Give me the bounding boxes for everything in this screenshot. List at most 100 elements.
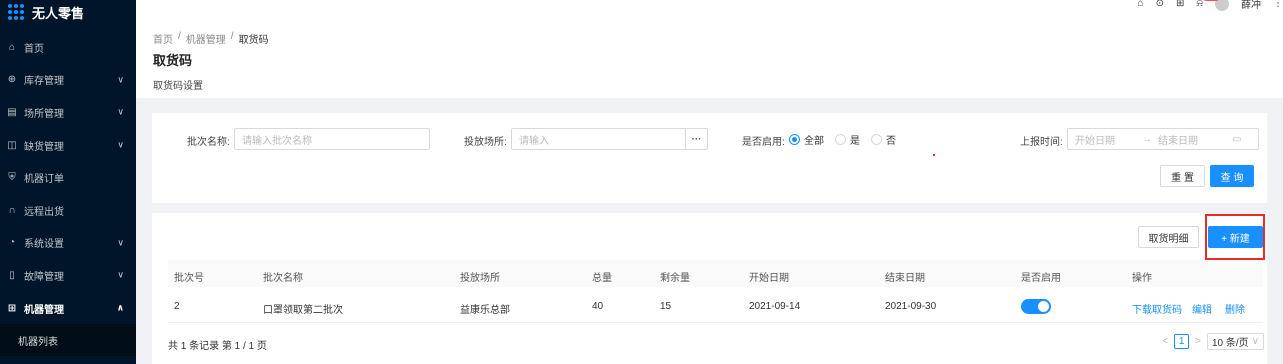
col-batch-no: 批次号 [174,273,204,284]
radio-no-label: 否 [886,136,896,147]
col-start-date: 开始日期 [749,273,789,284]
col-remaining: 剩余量 [660,273,690,284]
breadcrumb-home[interactable]: 首页 [153,31,173,46]
chevron-up-icon: ∧ [116,302,124,313]
bell-icon[interactable]: ⍾ [1196,0,1221,9]
batch-name-input[interactable]: 请输入批次名称 [234,128,430,150]
sidebar-subitem-machine-list[interactable]: 机器列表 [0,324,136,357]
chevron-down-icon: ∨ [1251,336,1259,347]
more-icon[interactable]: ⋮ [1273,0,1283,9]
cell-remaining: 15 [660,301,672,312]
edit-link[interactable]: 编辑 [1192,301,1212,316]
pickup-detail-button[interactable]: 取货明细 [1138,226,1199,248]
grid-icon[interactable]: ⊞ [1176,0,1184,9]
chevron-down-icon: ∨ [117,74,124,85]
sidebar: 无人零售 ⌂ 首页 ⊕ 库存管理 ∨ ▤ 场所管理 ∨ ◫ 缺货管理 ∨ ⛨ 机… [0,0,136,364]
next-page-icon[interactable]: > [1195,336,1201,347]
breadcrumb-current: 取货码 [238,35,269,46]
enabled-toggle[interactable] [1021,299,1051,314]
breadcrumb: 首页 / 机器管理 / 取货码 [153,31,269,46]
cell-batch-name: 口罩领取第二批次 [263,305,343,316]
stray-dot [933,154,935,156]
radio-unchecked-icon [871,134,882,145]
cell-end-date: 2021-09-30 [885,301,937,312]
app-grid-icon [8,4,24,20]
cell-batch-no: 2 [174,301,180,312]
new-button-highlight [1205,214,1265,260]
breadcrumb-machine[interactable]: 机器管理 [186,31,226,46]
sidebar-item-orders[interactable]: ⛨ 机器订单 [0,161,136,194]
filter-card: 批次名称: 请输入批次名称 投放场所: 请输入 ··· 是否启用: 全部 是 否… [152,113,1267,203]
table-header: 批次号 批次名称 投放场所 总量 剩余量 开始日期 结束日期 是否启用 操作 [168,260,1263,287]
sidebar-item-shortage[interactable]: ◫ 缺货管理 ∨ [0,129,136,162]
radio-yes[interactable]: 是 [835,132,860,147]
chevron-down-icon: ∨ [117,106,124,117]
radio-checked-icon [789,134,800,145]
start-date-input[interactable]: 开始日期 [1075,132,1115,147]
chevron-down-icon: ∨ [117,269,124,280]
calendar-icon: ▭ [1232,133,1242,145]
col-place: 投放场所 [460,273,500,284]
date-range-picker[interactable]: 开始日期 → 结束日期 ▭ [1067,128,1259,150]
breadcrumb-separator: / [178,31,181,42]
order-icon: ⛨ [8,172,16,184]
radio-all-label: 全部 [804,136,824,147]
radio-no[interactable]: 否 [871,132,896,147]
app-logo[interactable]: 无人零售 [0,0,136,24]
radio-all[interactable]: 全部 [789,132,824,147]
report-time-label: 上报时间: [1020,137,1063,148]
chevron-down-icon: ∨ [117,237,124,248]
sidebar-item-machine[interactable]: ⊞ 机器管理 ∧ [0,292,136,325]
sidebar-item-label: 远程出货 [24,206,64,218]
more-options-icon[interactable]: ··· [685,129,707,149]
sidebar-item-label: 首页 [24,43,44,55]
download-code-link[interactable]: 下载取货码 [1132,301,1182,316]
header-actions: ⌂ ⊙ ⊞ ⍾ 薛冲 ⋮ [1138,0,1283,11]
settings-icon: ◔ [8,237,16,249]
batch-name-label: 批次名称: [187,137,230,148]
radio-yes-label: 是 [850,136,860,147]
home-icon[interactable]: ⌂ [1138,0,1144,9]
user-name[interactable]: 薛冲 [1241,0,1261,11]
sidebar-item-home[interactable]: ⌂ 首页 [0,31,136,64]
table-card: 取货明细 + 新建 批次号 批次名称 投放场所 总量 剩余量 开始日期 结束日期… [152,213,1267,364]
table-row: 2 口罩领取第二批次 益康乐总部 40 15 2021-09-14 2021-0… [168,289,1263,323]
sidebar-item-stock[interactable]: ⊕ 库存管理 ∨ [0,64,136,97]
place-input-placeholder: 请输入 [519,135,549,147]
sidebar-item-place[interactable]: ▤ 场所管理 ∨ [0,96,136,129]
sidebar-menu: ⌂ 首页 ⊕ 库存管理 ∨ ▤ 场所管理 ∨ ◫ 缺货管理 ∨ ⛨ 机器订单 ∩… [0,31,136,357]
page-number-current[interactable]: 1 [1174,334,1190,349]
machine-icon: ⊞ [7,302,17,314]
help-icon[interactable]: ⊙ [1156,0,1164,9]
sidebar-item-fault[interactable]: ▯ 故障管理 ∨ [0,259,136,292]
pagination-summary: 共 1 条记录 第 1 / 1 页 [168,341,267,352]
enabled-label: 是否启用: [742,137,785,148]
place-label: 投放场所: [464,137,507,148]
range-arrow-icon: → [1142,133,1152,145]
app-title: 无人零售 [32,5,85,21]
stock-icon: ⊕ [7,74,17,86]
reset-button[interactable]: 重 置 [1160,165,1205,187]
sidebar-item-settings[interactable]: ◔ 系统设置 ∨ [0,227,136,260]
avatar[interactable] [1215,0,1229,11]
col-enabled: 是否启用 [1021,273,1061,284]
home-icon: ⌂ [8,41,16,53]
sidebar-item-label: 缺货管理 [24,141,64,153]
fault-icon: ▯ [9,269,15,281]
sidebar-item-label: 库存管理 [24,76,64,88]
sidebar-item-label: 故障管理 [24,271,64,283]
prev-page-icon[interactable]: < [1162,336,1168,347]
sidebar-item-label: 机器订单 [24,174,64,186]
place-input[interactable]: 请输入 ··· [511,128,708,150]
page-size-value: 10 条/页 [1211,338,1249,349]
top-header: ⌂ ⊙ ⊞ ⍾ 薛冲 ⋮ [136,0,1283,14]
page-size-select[interactable]: 10 条/页 ∨ [1206,333,1264,350]
query-button[interactable]: 查 询 [1210,165,1254,187]
col-actions: 操作 [1132,273,1152,284]
col-total: 总量 [592,273,612,284]
sidebar-subitem-label: 机器列表 [18,336,58,348]
sidebar-item-remote[interactable]: ∩ 远程出货 [0,194,136,227]
delete-link[interactable]: 删除 [1225,301,1245,316]
shortage-icon: ◫ [7,139,17,151]
end-date-input[interactable]: 结束日期 [1158,132,1198,147]
